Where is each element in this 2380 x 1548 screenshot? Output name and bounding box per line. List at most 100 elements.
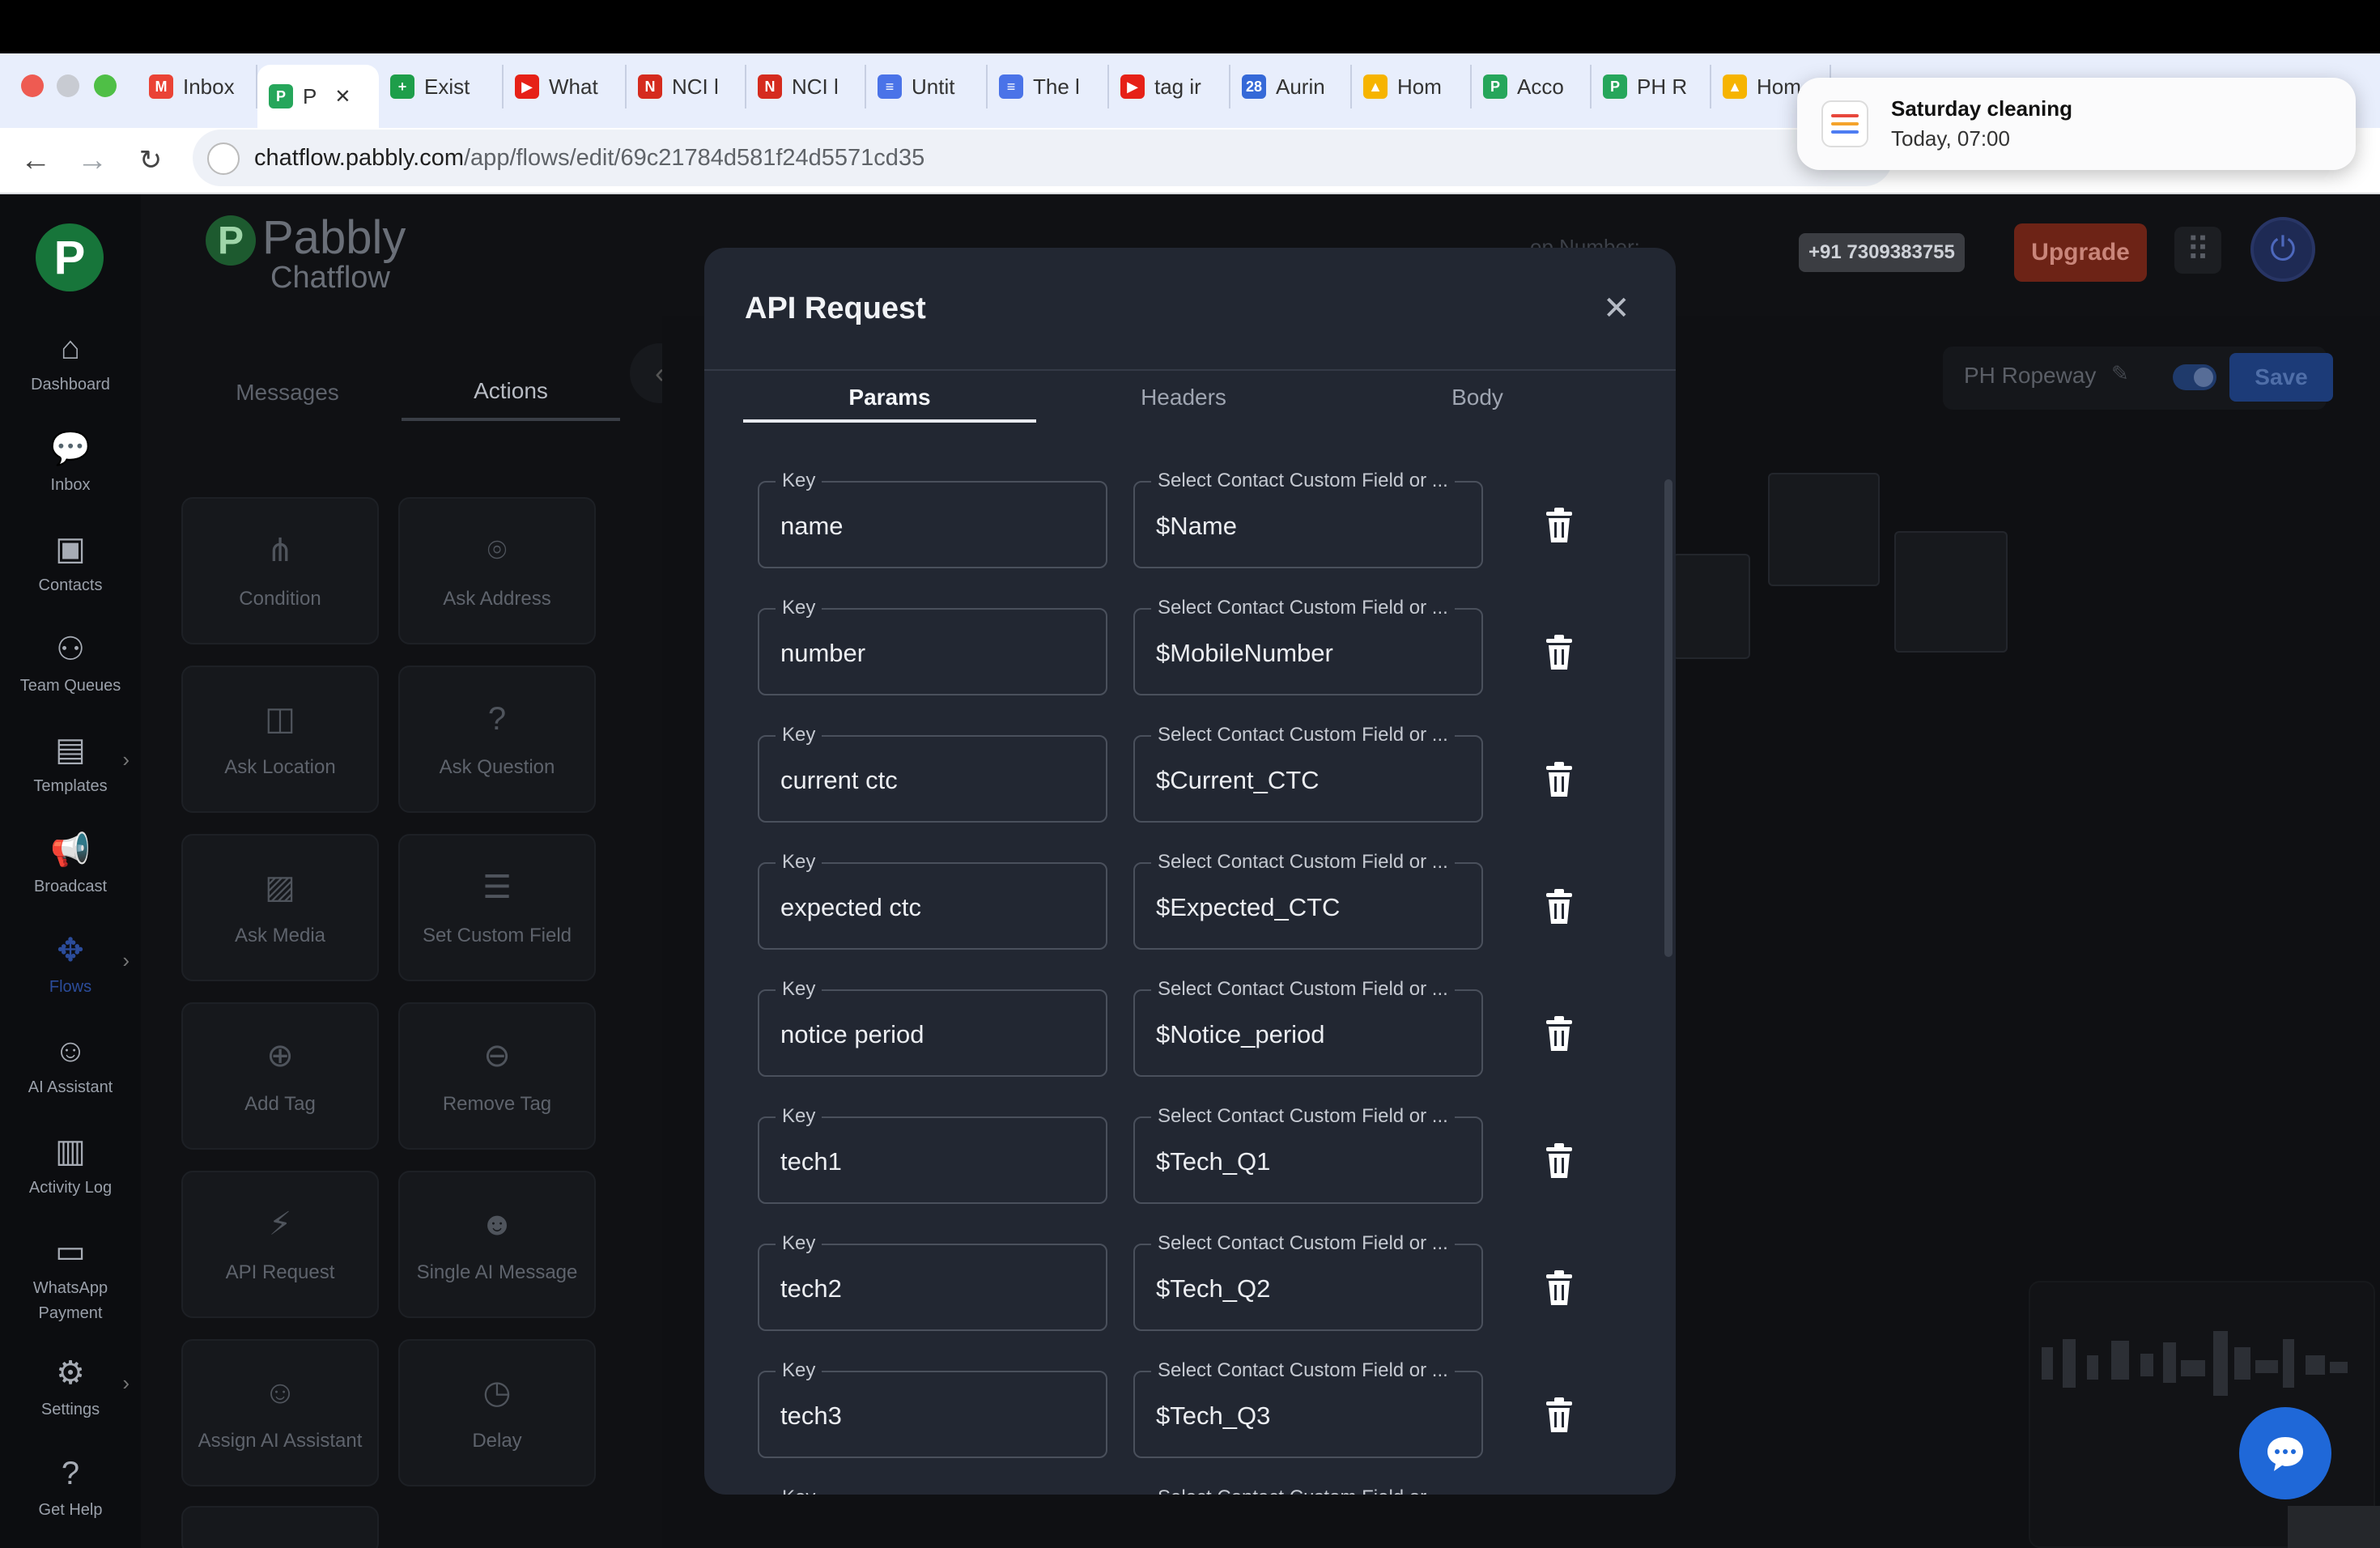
browser-tab[interactable]: N NCI l (627, 65, 746, 108)
action-tile-partial[interactable] (181, 1506, 379, 1548)
pabbly-logo-icon[interactable]: P (36, 223, 104, 291)
site-info-icon[interactable] (207, 142, 240, 175)
action-tile-condition[interactable]: ⋔ Condition (181, 497, 379, 644)
param-value-input[interactable]: Select Contact Custom Field or ... $Mobil… (1133, 597, 1483, 695)
tab-params[interactable]: Params (743, 369, 1036, 426)
browser-tab[interactable]: P PH R (1592, 65, 1711, 108)
action-tile-remove-tag[interactable]: ⊖ Remove Tag (398, 1002, 596, 1150)
flow-active-toggle[interactable] (2173, 364, 2216, 390)
action-tile-api-request[interactable]: ⚡ API Request (181, 1171, 379, 1318)
sidebar-item-contacts[interactable]: ▣ Contacts (0, 531, 141, 620)
action-tile-ask-address[interactable]: ⌾ Ask Address (398, 497, 596, 644)
param-value-input[interactable]: Select Contact Custom Field or ... $Tech_… (1133, 1359, 1483, 1458)
window-close-button[interactable] (21, 74, 44, 97)
param-value-input[interactable]: Select Contact Custom Field or ... $Expec… (1133, 851, 1483, 950)
param-key-input[interactable]: Key tech2 (758, 1232, 1107, 1331)
action-tile-add-tag[interactable]: ⊕ Add Tag (181, 1002, 379, 1150)
param-key-input[interactable]: Key notice period (758, 978, 1107, 1077)
browser-tab[interactable]: P P ✕ (257, 65, 379, 128)
trash-icon[interactable] (1543, 507, 1575, 544)
param-key-input[interactable]: Key name (758, 470, 1107, 568)
action-tile-label: Single AI Message (416, 1261, 578, 1283)
action-tile-ask-location[interactable]: ◫ Ask Location (181, 666, 379, 813)
trash-icon[interactable] (1543, 1142, 1575, 1180)
param-key-input[interactable]: Key current ctc (758, 724, 1107, 823)
param-key-input[interactable]: Key expected ctc (758, 851, 1107, 950)
sidebar-item-flows[interactable]: ✥ Flows › (0, 933, 141, 1022)
sidebar-item-inbox[interactable]: 💬 Inbox (0, 431, 141, 520)
edit-pencil-icon[interactable]: ✎ (2111, 361, 2129, 386)
back-icon[interactable]: ← (15, 139, 57, 181)
sidebar-item-templates[interactable]: ▤ Templates › (0, 732, 141, 821)
sidebar-item-settings[interactable]: ⚙ Settings › (0, 1355, 141, 1444)
browser-tab[interactable]: + Exist (379, 65, 504, 108)
calendar-icon: 28 (1242, 74, 1266, 99)
browser-tab[interactable]: P Acco (1472, 65, 1592, 108)
drive-icon: ▲ (1363, 74, 1388, 99)
browser-tab[interactable]: M Inbox (138, 65, 257, 108)
browser-tab[interactable]: ▶ What (504, 65, 627, 108)
action-tile-ask-question[interactable]: ? Ask Question (398, 666, 596, 813)
action-tile-ask-media[interactable]: ▨ Ask Media (181, 834, 379, 981)
param-value-input[interactable]: Select Contact Custom Field or ... $Name (1133, 470, 1483, 568)
flow-node[interactable] (1768, 473, 1880, 586)
action-tile-delay[interactable]: ◷ Delay (398, 1339, 596, 1486)
param-key-input[interactable]: Key number (758, 597, 1107, 695)
trash-icon[interactable] (1543, 1269, 1575, 1307)
window-minimize-button[interactable] (57, 74, 79, 97)
action-tile-single-ai-message[interactable]: ☻ Single AI Message (398, 1171, 596, 1318)
system-notification[interactable]: Saturday cleaning Today, 07:00 (1797, 78, 2356, 170)
param-value-input[interactable]: Select Contact Custom Field or ... $Curre… (1133, 724, 1483, 823)
browser-tab[interactable]: 28 Aurin (1230, 65, 1352, 108)
modal-title: API Request (745, 291, 926, 325)
sidebar-item-broadcast[interactable]: 📢 Broadcast (0, 832, 141, 921)
browser-tab[interactable]: ▶ tag ir (1109, 65, 1230, 108)
sidebar-item-activity-log[interactable]: ▥ Activity Log (0, 1133, 141, 1223)
forward-icon[interactable]: → (71, 139, 113, 181)
window-maximize-button[interactable] (94, 74, 117, 97)
flow-node[interactable] (1672, 554, 1750, 659)
tab-body[interactable]: Body (1331, 369, 1624, 426)
address-bar[interactable]: chatflow.pabbly.com/app/flows/edit/69c21… (193, 130, 1893, 186)
sidebar-item-ai-assistant[interactable]: ☺ AI Assistant (0, 1033, 141, 1122)
sidebar-item-whatsapp-payment[interactable]: ▭ WhatsApp Payment (0, 1234, 141, 1323)
action-tile-assign-ai-assistant[interactable]: ☺ Assign AI Assistant (181, 1339, 379, 1486)
power-icon[interactable]: ⏻ (2250, 217, 2315, 282)
tab-actions[interactable]: Actions (402, 364, 620, 421)
trash-icon[interactable] (1543, 634, 1575, 671)
close-tab-icon[interactable]: ✕ (334, 85, 351, 108)
action-tile-set-custom-field[interactable]: ☰ Set Custom Field (398, 834, 596, 981)
tab-headers[interactable]: Headers (1037, 369, 1330, 426)
trash-icon[interactable] (1543, 761, 1575, 798)
modal-scrollbar[interactable] (1664, 479, 1672, 957)
upgrade-button[interactable]: Upgrade (2014, 223, 2147, 282)
action-tile-label: Ask Location (224, 756, 336, 778)
save-button[interactable]: Save (2229, 353, 2333, 402)
home-icon: ⌂ (60, 330, 81, 366)
sidebar-item-dashboard[interactable]: ⌂ Dashboard (0, 330, 141, 419)
apps-grid-icon[interactable]: ⠿ (2174, 227, 2221, 274)
browser-tab[interactable]: ≡ The l (988, 65, 1109, 108)
trash-icon[interactable] (1543, 1397, 1575, 1434)
flow-name: PH Ropeway (1964, 363, 2097, 388)
sidebar-item-team-queues[interactable]: ⚇ Team Queues (0, 632, 141, 721)
brand-subname: Chatflow (270, 261, 390, 295)
browser-tab[interactable]: N NCI l (746, 65, 866, 108)
trash-icon[interactable] (1543, 888, 1575, 925)
chat-support-button[interactable] (2239, 1407, 2331, 1499)
param-value-input[interactable]: Select Contact Custom Field or ... $Notic… (1133, 978, 1483, 1077)
close-icon[interactable]: ✕ (1603, 290, 1630, 327)
browser-tab[interactable]: ≡ Untit (866, 65, 988, 108)
browser-tab[interactable]: ▲ Hom (1352, 65, 1472, 108)
tab-messages[interactable]: Messages (178, 364, 397, 421)
param-key-input[interactable]: Key tech3 (758, 1359, 1107, 1458)
question-icon: ? (487, 700, 507, 737)
trash-icon[interactable] (1543, 1015, 1575, 1053)
sidebar-item-get-help[interactable]: ? Get Help (0, 1456, 141, 1545)
param-value-input[interactable]: Select Contact Custom Field or ... $Tech_… (1133, 1105, 1483, 1204)
reload-icon[interactable]: ↻ (130, 139, 172, 181)
youtube-icon: ▶ (515, 74, 539, 99)
param-value-input[interactable]: Select Contact Custom Field or ... $Tech_… (1133, 1232, 1483, 1331)
flow-node[interactable] (1894, 531, 2008, 653)
param-key-input[interactable]: Key tech1 (758, 1105, 1107, 1204)
